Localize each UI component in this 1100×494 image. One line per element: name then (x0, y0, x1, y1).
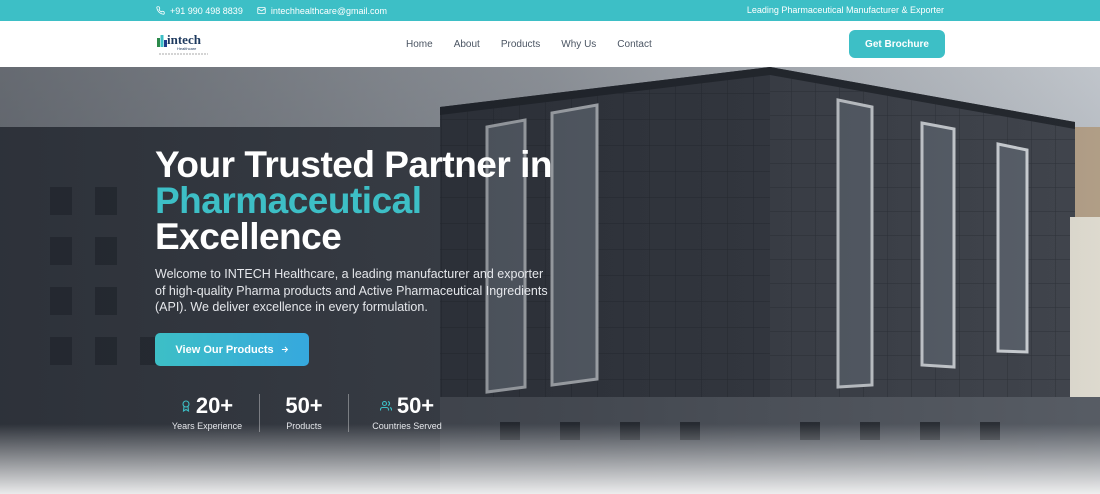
svg-text:Healthcare: Healthcare (177, 46, 197, 51)
contact-info: +91 990 498 8839 intechhealthcare@gmail.… (156, 0, 387, 21)
phone-link[interactable]: +91 990 498 8839 (156, 6, 243, 16)
nav-home[interactable]: Home (406, 39, 433, 50)
nav-products[interactable]: Products (501, 39, 540, 50)
phone-icon (156, 6, 165, 15)
arrow-right-icon (281, 346, 288, 353)
award-icon (182, 400, 190, 412)
stat-experience: 20+ Years Experience (155, 393, 259, 433)
main-nav: Home About Products Why Us Contact (406, 21, 652, 67)
email-address: intechhealthcare@gmail.com (270, 5, 388, 16)
hero-section: Your Trusted Partner in Pharmaceutical E… (0, 67, 1100, 494)
view-products-label: View Our Products (175, 343, 274, 356)
stat-countries-label: Countries Served (372, 421, 442, 431)
nav-about[interactable]: About (454, 39, 480, 50)
phone-number: +91 990 498 8839 (170, 5, 243, 16)
stat-countries-value: 50+ (396, 393, 435, 418)
hero-description: Welcome to INTECH Healthcare, a leading … (155, 267, 548, 314)
hero-title-accent: Pharmaceutical (155, 180, 422, 221)
stat-experience-value: 20+ (195, 393, 234, 418)
svg-text:intech: intech (167, 32, 202, 47)
hero-title-line1: Your Trusted Partner in (155, 144, 552, 185)
mail-icon (257, 7, 266, 14)
hero-title: Your Trusted Partner in Pharmaceutical E… (155, 144, 575, 257)
nav-contact[interactable]: Contact (617, 39, 651, 50)
nav-why-us[interactable]: Why Us (561, 39, 596, 50)
stat-experience-label: Years Experience (171, 421, 243, 431)
hero-bottom-fade (0, 424, 1100, 494)
hero-title-line3: Excellence (155, 216, 342, 257)
stat-countries: 50+ Countries Served (349, 393, 465, 433)
intech-logo[interactable]: intech Healthcare (156, 30, 212, 58)
top-bar: +91 990 498 8839 intechhealthcare@gmail.… (0, 0, 1100, 21)
site-header: intech Healthcare Home About Products Wh… (0, 21, 1100, 67)
stat-products-label: Products (286, 421, 322, 431)
get-brochure-button[interactable]: Get Brochure (849, 30, 945, 58)
view-products-button[interactable]: View Our Products (155, 333, 309, 366)
stat-products: 50+ Products (260, 393, 348, 433)
users-icon (379, 400, 392, 411)
stat-products-value: 50+ (285, 393, 323, 418)
top-tagline: Leading Pharmaceutical Manufacturer & Ex… (746, 5, 944, 15)
stats-row: 20+ Years Experience 50+ Products 50+ Co… (155, 393, 465, 433)
email-link[interactable]: intechhealthcare@gmail.com (257, 6, 387, 16)
